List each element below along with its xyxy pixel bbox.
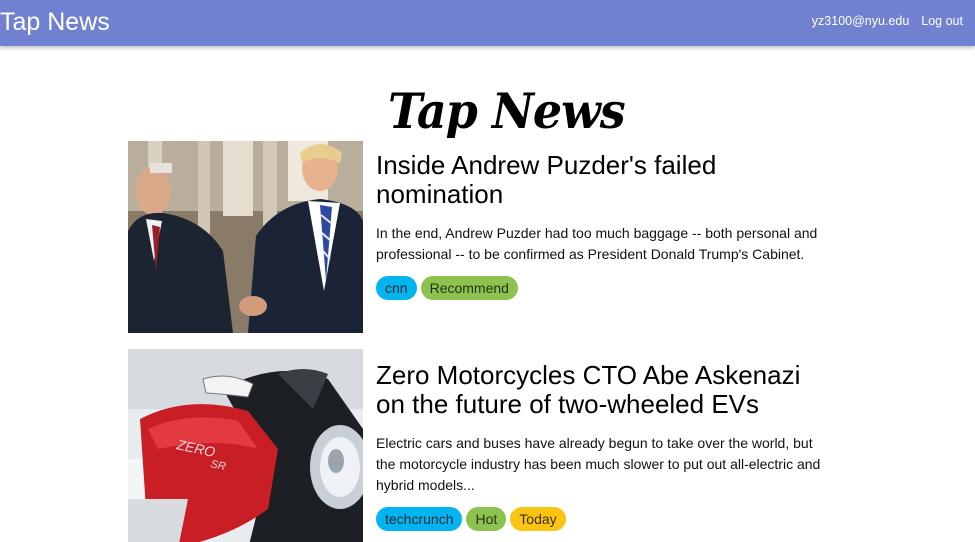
- news-description: In the end, Andrew Puzder had too much b…: [376, 225, 818, 262]
- tag-hot: Hot: [466, 507, 507, 531]
- tag-today: Today: [510, 507, 566, 531]
- news-tags: techcrunch Hot Today: [376, 507, 828, 531]
- news-text: Inside Andrew Puzder's failed nomination…: [376, 151, 828, 300]
- news-title[interactable]: Inside Andrew Puzder's failed nomination: [376, 151, 828, 209]
- news-title[interactable]: Zero Motorcycles CTO Abe Askenazi on the…: [376, 361, 828, 419]
- news-thumbnail-image[interactable]: ZERO SR: [128, 349, 363, 542]
- logout-link[interactable]: Log out: [921, 14, 963, 28]
- tag-recommend: Recommend: [420, 276, 518, 300]
- tag-source: techcrunch: [376, 507, 463, 531]
- news-description: Electric cars and buses have already beg…: [376, 435, 821, 493]
- tap-news-logo: Tap News: [388, 82, 626, 140]
- tag-source: cnn: [376, 276, 417, 300]
- news-tags: cnn Recommend: [376, 276, 828, 300]
- news-item[interactable]: Inside Andrew Puzder's failed nomination…: [128, 141, 828, 333]
- news-thumbnail-image[interactable]: [128, 141, 363, 333]
- news-photo-2: ZERO SR: [128, 349, 363, 542]
- brand-link[interactable]: Tap News: [0, 6, 110, 38]
- top-navbar: Tap News yz3100@nyu.edu Log out: [0, 0, 975, 46]
- news-photo-1: [128, 141, 363, 333]
- user-email-link[interactable]: yz3100@nyu.edu: [812, 14, 909, 28]
- news-text: Zero Motorcycles CTO Abe Askenazi on the…: [376, 361, 828, 531]
- nav-right: yz3100@nyu.edu Log out: [812, 14, 963, 28]
- news-item[interactable]: ZERO SR Zero Motorcycles CTO Abe Askenaz…: [128, 349, 828, 542]
